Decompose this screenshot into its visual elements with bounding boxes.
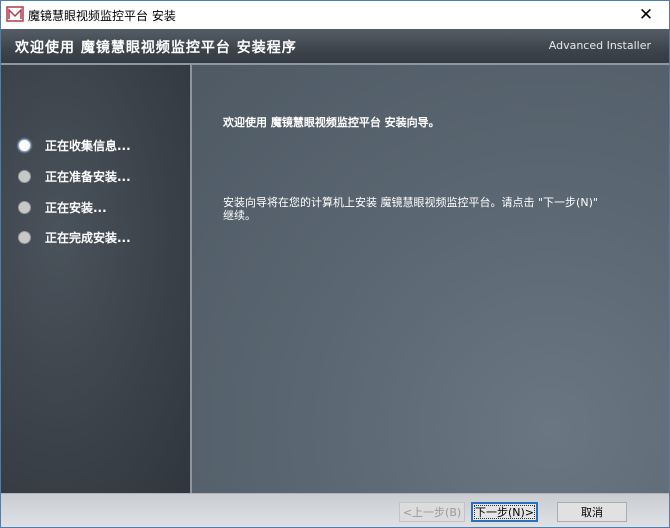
installer-app-icon xyxy=(6,6,24,22)
welcome-description: 安装向导将在您的计算机上安装 魔镜慧眼视频监控平台。请点击 "下一步(N)" 继… xyxy=(223,196,598,222)
step-installing: 正在安装... xyxy=(18,197,107,217)
cancel-button[interactable]: 取消 xyxy=(557,502,627,522)
header-brand: Advanced Installer xyxy=(548,39,651,52)
steps-sidebar: 正在收集信息... 正在准备安装... 正在安装... 正在完成安装... xyxy=(1,65,190,493)
step-label: 正在完成安装... xyxy=(45,230,131,245)
next-button[interactable]: 下一步(N)> xyxy=(471,502,538,522)
step-label: 正在安装... xyxy=(45,200,107,215)
header-title: 欢迎使用 魔镜慧眼视频监控平台 安装程序 xyxy=(15,40,297,56)
step-radio-icon xyxy=(18,230,31,244)
step-label: 正在收集信息... xyxy=(45,138,131,153)
installer-window: 魔镜慧眼视频监控平台 安装 ✕ 欢迎使用 魔镜慧眼视频监控平台 安装程序 Adv… xyxy=(0,0,670,528)
step-collecting-info: 正在收集信息... xyxy=(18,135,131,155)
step-radio-icon xyxy=(18,200,31,214)
wizard-footer: <上一步(B) 下一步(N)> 取消 xyxy=(1,493,669,527)
focus-ring xyxy=(474,505,535,519)
back-button[interactable]: <上一步(B) xyxy=(399,502,465,522)
step-radio-icon xyxy=(18,169,31,183)
step-preparing: 正在准备安装... xyxy=(18,166,131,186)
step-finishing: 正在完成安装... xyxy=(18,227,131,247)
close-icon: ✕ xyxy=(638,5,654,25)
window-title: 魔镜慧眼视频监控平台 安装 xyxy=(28,9,176,23)
wizard-header: 欢迎使用 魔镜慧眼视频监控平台 安装程序 Advanced Installer xyxy=(1,29,669,63)
title-bar[interactable]: 魔镜慧眼视频监控平台 安装 ✕ xyxy=(1,1,669,29)
wizard-content: 欢迎使用 魔镜慧眼视频监控平台 安装向导。 安装向导将在您的计算机上安装 魔镜慧… xyxy=(192,65,669,493)
close-button[interactable]: ✕ xyxy=(623,1,669,29)
step-radio-active-icon xyxy=(18,138,31,152)
welcome-heading: 欢迎使用 魔镜慧眼视频监控平台 安装向导。 xyxy=(223,116,440,129)
step-label: 正在准备安装... xyxy=(45,169,131,184)
